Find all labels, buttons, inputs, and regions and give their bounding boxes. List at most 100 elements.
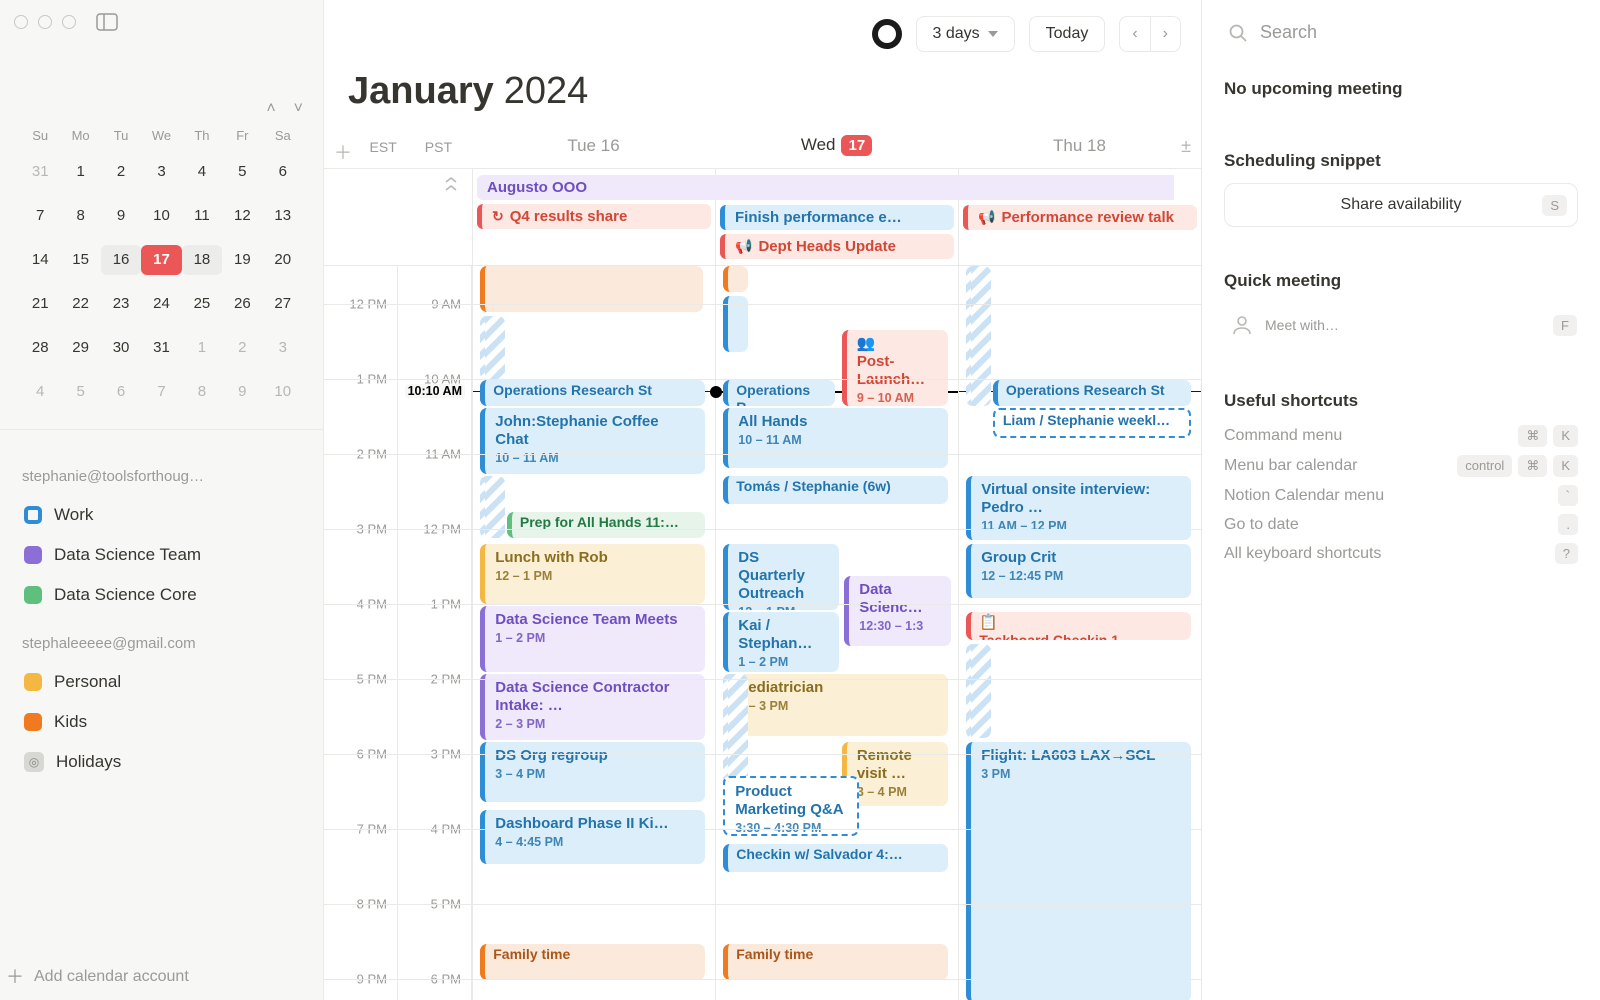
calendar-event[interactable] — [723, 266, 748, 292]
account-email[interactable]: stephaleeeee@gmail.com — [22, 635, 305, 652]
mini-day[interactable]: 6 — [263, 157, 303, 187]
calendar-row[interactable]: Kids — [18, 702, 305, 742]
next-range-button[interactable]: › — [1150, 17, 1180, 51]
calendar-row[interactable]: ◎Holidays — [18, 742, 305, 782]
calendar-event[interactable] — [966, 644, 991, 738]
day-head-0[interactable]: Tue 16 — [472, 126, 715, 168]
meet-with-input[interactable]: Meet with… F — [1224, 303, 1578, 347]
calendar-event[interactable]: Dashboard Phase II Ki…4 – 4:45 PM — [480, 810, 705, 864]
mini-day[interactable]: 30 — [101, 333, 141, 363]
calendar-event[interactable]: 👥 Post-Launch…9 – 10 AM — [842, 330, 948, 406]
mini-day[interactable]: 19 — [222, 245, 262, 275]
mini-day[interactable]: 2 — [222, 333, 262, 363]
allday-toggle-icon[interactable]: ± — [1181, 136, 1191, 157]
shortcut-row[interactable]: Menu bar calendarcontrol⌘K — [1224, 455, 1578, 477]
mini-day[interactable]: 20 — [263, 245, 303, 275]
mini-day[interactable]: 10 — [141, 201, 181, 231]
calendar-row[interactable]: Work — [18, 495, 305, 535]
mini-day[interactable]: 24 — [141, 289, 181, 319]
calendar-event[interactable]: 📋 Taskboard Checkin 1… — [966, 612, 1191, 640]
calendar-event[interactable]: Family time — [723, 944, 948, 980]
mini-day[interactable]: 11 — [182, 201, 222, 231]
mini-day[interactable]: 15 — [60, 245, 100, 275]
mini-day[interactable]: 7 — [141, 377, 181, 407]
allday-collapse[interactable] — [324, 169, 472, 265]
mini-day[interactable]: 10 — [263, 377, 303, 407]
calendar-event[interactable]: Tomás / Stephanie (6w) — [723, 476, 948, 504]
calendar-event[interactable] — [723, 296, 748, 352]
calendar-event[interactable]: Data Science Team Meets1 – 2 PM — [480, 606, 705, 672]
mini-day[interactable]: 26 — [222, 289, 262, 319]
mini-day[interactable]: 2 — [101, 157, 141, 187]
add-timezone-button[interactable]: ＋ — [334, 139, 352, 165]
mini-calendar-next[interactable]: ˅ — [294, 100, 303, 118]
calendar-event[interactable]: Data Scienc…12:30 – 1:3 — [844, 576, 950, 646]
mini-day[interactable]: 18 — [182, 245, 222, 275]
mini-day[interactable]: 22 — [60, 289, 100, 319]
mini-day[interactable]: 31 — [141, 333, 181, 363]
mini-day[interactable]: 9 — [222, 377, 262, 407]
today-button[interactable]: Today — [1029, 16, 1106, 52]
calendar-event[interactable]: All Hands10 – 11 AM — [723, 408, 948, 468]
mini-day[interactable]: 5 — [60, 377, 100, 407]
mini-day[interactable]: 9 — [101, 201, 141, 231]
calendar-event[interactable]: DS Quarterly Outreach12 – 1 PM — [723, 544, 839, 610]
calendar-event[interactable]: Operations Research St — [480, 380, 705, 406]
mini-day[interactable]: 1 — [182, 333, 222, 363]
day-column-1[interactable]: 👥 Post-Launch…9 – 10 AM Operations R…All … — [715, 266, 958, 1000]
mini-day[interactable]: 5 — [222, 157, 262, 187]
mini-day[interactable]: 29 — [60, 333, 100, 363]
range-picker[interactable]: 3 days — [916, 16, 1015, 52]
mini-day[interactable]: 8 — [182, 377, 222, 407]
mini-day[interactable]: 12 — [222, 201, 262, 231]
allday-event[interactable]: ↻Q4 results share — [477, 204, 711, 229]
traffic-light-close[interactable] — [14, 15, 28, 29]
mini-day[interactable]: 14 — [20, 245, 60, 275]
calendar-event[interactable]: Operations R… — [723, 380, 834, 406]
calendar-event[interactable]: Flight: LA603 LAX→SCL3 PM — [966, 742, 1191, 1000]
calendar-event[interactable]: Kai / Stephan…1 – 2 PM — [723, 612, 839, 672]
mini-day[interactable]: 6 — [101, 377, 141, 407]
day-column-2[interactable]: Operations Research StLiam / Stephanie w… — [958, 266, 1201, 1000]
mini-day[interactable]: 31 — [20, 157, 60, 187]
mini-day[interactable]: 8 — [60, 201, 100, 231]
calendar-event[interactable] — [480, 316, 505, 380]
mini-day[interactable]: 16 — [101, 245, 141, 275]
mini-day[interactable]: 3 — [141, 157, 181, 187]
mini-day[interactable]: 25 — [182, 289, 222, 319]
calendar-event[interactable]: Family time — [480, 944, 705, 980]
calendar-event[interactable]: John:Stephanie Coffee Chat10 – 11 AM — [480, 408, 705, 474]
share-availability-button[interactable]: Share availability S — [1224, 183, 1578, 227]
search-field[interactable]: Search — [1224, 16, 1578, 61]
mini-day[interactable]: 4 — [20, 377, 60, 407]
allday-lane-0[interactable]: Augusto OOO↻Q4 results share — [472, 169, 715, 265]
mini-day[interactable]: 3 — [263, 333, 303, 363]
calendar-event[interactable]: Product Marketing Q&A3:30 – 4:30 PM — [723, 776, 859, 836]
calendar-event[interactable]: Group Crit12 – 12:45 PM — [966, 544, 1191, 598]
allday-event[interactable]: 📢Performance review talk — [963, 205, 1197, 230]
mini-day[interactable]: 21 — [20, 289, 60, 319]
allday-event[interactable]: 📢Dept Heads Update — [720, 234, 954, 259]
mini-day[interactable]: 28 — [20, 333, 60, 363]
mini-day[interactable]: 27 — [263, 289, 303, 319]
calendar-event[interactable]: Lunch with Rob12 – 1 PM — [480, 544, 705, 604]
calendar-event[interactable] — [480, 476, 505, 538]
calendar-event[interactable] — [966, 266, 991, 406]
traffic-light-minimize[interactable] — [38, 15, 52, 29]
calendar-row[interactable]: Data Science Team — [18, 535, 305, 575]
allday-event[interactable]: Finish performance e… — [720, 205, 954, 230]
day-column-0[interactable]: Operations Research StJohn:Stephanie Cof… — [472, 266, 715, 1000]
mini-day[interactable]: 23 — [101, 289, 141, 319]
mini-day[interactable]: 17 — [141, 245, 181, 275]
day-head-2[interactable]: Thu 18 ± — [958, 126, 1201, 168]
calendar-event[interactable]: DS Org regroup3 – 4 PM — [480, 742, 705, 802]
day-head-1[interactable]: Wed17 — [715, 125, 958, 168]
avatar[interactable] — [872, 19, 902, 49]
calendar-event[interactable]: Virtual onsite interview: Pedro …11 AM –… — [966, 476, 1191, 540]
calendar-row[interactable]: Personal — [18, 662, 305, 702]
shortcut-row[interactable]: Notion Calendar menu` — [1224, 485, 1578, 506]
calendar-event[interactable]: Pediatrician2 – 3 PM — [723, 674, 948, 736]
prev-range-button[interactable]: ‹ — [1120, 17, 1149, 51]
mini-day[interactable]: 7 — [20, 201, 60, 231]
shortcut-row[interactable]: Go to date. — [1224, 514, 1578, 535]
